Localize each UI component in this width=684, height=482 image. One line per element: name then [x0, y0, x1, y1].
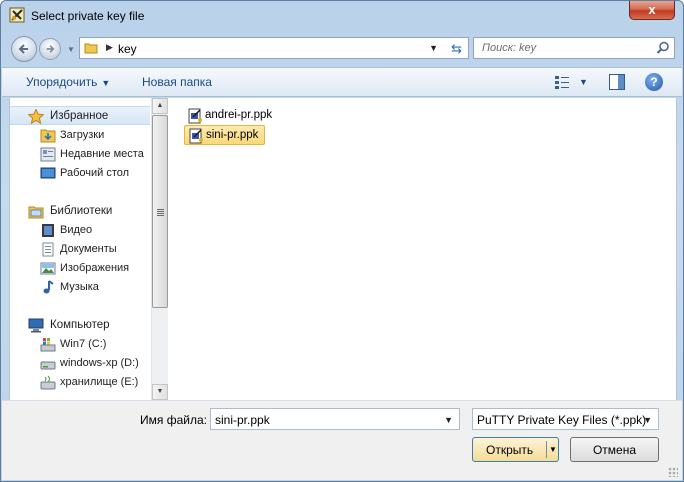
nav-item-music[interactable]: Музыка	[10, 278, 150, 297]
nav-computer[interactable]: Компьютер	[10, 316, 150, 335]
nav-item-recent-places[interactable]: Недавние места	[10, 145, 150, 164]
file-name: andrei-pr.ppk	[205, 109, 273, 121]
organize-label: Упорядочить	[26, 75, 98, 89]
nav-item-pictures[interactable]: Изображения	[10, 259, 150, 278]
recent-locations-dropdown-icon[interactable]: ▼	[67, 45, 75, 54]
video-icon	[40, 223, 56, 238]
nav-item-drive-c[interactable]: Win7 (C:)	[10, 335, 150, 354]
views-dropdown-icon[interactable]: ▼	[579, 77, 588, 87]
open-button[interactable]: Открыть ▼	[472, 437, 559, 462]
filename-value[interactable]: sini-pr.ppk	[215, 413, 270, 427]
file-dialog-window: Select private key file x ▼ ▶ key ▼ ⇆ По…	[0, 0, 684, 482]
file-type-dropdown-icon[interactable]: ▼	[643, 415, 652, 425]
cancel-button[interactable]: Отмена	[570, 437, 659, 462]
drive-icon	[40, 356, 56, 371]
nav-item-documents[interactable]: Документы	[10, 240, 150, 259]
nav-item-label: Загрузки	[60, 129, 105, 141]
scroll-up-icon[interactable]: ▲	[152, 98, 168, 114]
command-bar: Упорядочить ▼ Новая папка ▼ ?	[2, 67, 682, 97]
nav-item-label: Музыка	[60, 281, 99, 293]
nav-favorites-label: Избранное	[50, 110, 109, 122]
removable-drive-icon	[40, 375, 56, 390]
window-title: Select private key file	[31, 9, 145, 23]
title-bar[interactable]: Select private key file x	[1, 1, 683, 31]
nav-item-label: Видео	[60, 224, 93, 236]
filename-label: Имя файла:	[140, 413, 207, 427]
scroll-down-icon[interactable]: ▼	[152, 384, 168, 400]
file-type-select[interactable]: PuTTY Private Key Files (*.ppk) ▼	[472, 408, 659, 430]
nav-item-desktop[interactable]: Рабочий стол	[10, 164, 150, 183]
address-dropdown-icon[interactable]: ▼	[429, 43, 438, 53]
folder-icon	[84, 41, 98, 55]
nav-item-label: windows-xp (D:)	[60, 357, 139, 369]
search-icon[interactable]	[656, 41, 670, 55]
close-button[interactable]: x	[629, 1, 675, 20]
recent-places-icon	[40, 147, 56, 162]
content-area: Избранное Загрузки Недавние места Рабочи…	[9, 98, 677, 400]
file-item-selected[interactable]: sini-pr.ppk	[184, 125, 265, 145]
nav-item-drive-d[interactable]: windows-xp (D:)	[10, 354, 150, 373]
split-divider	[546, 441, 547, 458]
computer-icon	[28, 318, 44, 333]
arrow-left-icon	[18, 44, 28, 54]
refresh-icon[interactable]: ⇆	[451, 41, 462, 57]
open-options-dropdown-icon[interactable]: ▼	[549, 445, 557, 454]
new-folder-button[interactable]: Новая папка	[142, 75, 212, 89]
nav-computer-label: Компьютер	[50, 319, 110, 331]
cancel-button-label: Отмена	[592, 443, 637, 457]
nav-item-label: хранилище (E:)	[60, 376, 139, 388]
nav-item-video[interactable]: Видео	[10, 221, 150, 240]
preview-pane-icon[interactable]	[609, 74, 625, 90]
arrow-right-icon	[46, 45, 55, 53]
documents-icon	[40, 242, 56, 257]
libraries-icon	[28, 204, 44, 219]
scroll-grip-icon	[157, 209, 164, 216]
nav-item-label: Рабочий стол	[60, 167, 130, 179]
pictures-icon	[40, 261, 56, 276]
scroll-thumb[interactable]	[152, 115, 168, 308]
desktop-icon	[40, 166, 56, 181]
chevron-down-icon: ▼	[101, 78, 111, 88]
change-view-icon[interactable]	[554, 74, 570, 90]
nav-item-downloads[interactable]: Загрузки	[10, 126, 150, 145]
breadcrumb-current[interactable]: key	[118, 42, 137, 56]
downloads-folder-icon	[40, 128, 56, 143]
nav-item-label: Win7 (C:)	[60, 338, 107, 350]
filename-input[interactable]: sini-pr.ppk ▼	[210, 408, 460, 430]
windows-drive-icon	[40, 337, 56, 352]
nav-item-label: Недавние места	[60, 148, 144, 160]
star-icon	[27, 108, 45, 125]
nav-favorites[interactable]: Избранное	[10, 106, 150, 125]
help-icon[interactable]: ?	[645, 73, 663, 91]
organize-button[interactable]: Упорядочить ▼	[26, 75, 110, 89]
address-bar[interactable]: ▶ key ▼ ⇆	[79, 37, 469, 59]
nav-item-label: Изображения	[60, 262, 130, 274]
nav-item-label: Документы	[60, 243, 117, 255]
nav-libraries-label: Библиотеки	[50, 205, 113, 217]
navigation-pane: Избранное Загрузки Недавние места Рабочи…	[10, 98, 150, 400]
nav-item-drive-e[interactable]: хранилище (E:)	[10, 373, 150, 392]
dialog-footer: Имя файла: sini-pr.ppk ▼ PuTTY Private K…	[2, 400, 682, 480]
back-button[interactable]	[11, 36, 37, 62]
nav-libraries[interactable]: Библиотеки	[10, 202, 150, 221]
resize-grip-icon[interactable]	[668, 467, 678, 477]
putty-key-icon	[189, 128, 204, 144]
putty-app-icon	[9, 7, 25, 23]
file-item[interactable]: andrei-pr.ppk	[184, 106, 278, 126]
file-type-value: PuTTY Private Key Files (*.ppk)	[477, 413, 647, 427]
open-button-label: Открыть	[486, 443, 534, 457]
filename-dropdown-icon[interactable]: ▼	[444, 415, 453, 425]
file-name: sini-pr.ppk	[206, 129, 259, 141]
putty-key-icon	[188, 108, 203, 124]
search-box[interactable]: Поиск: key	[473, 37, 675, 59]
breadcrumb-separator-icon[interactable]: ▶	[106, 42, 113, 53]
music-icon	[40, 280, 56, 295]
search-placeholder[interactable]: Поиск: key	[482, 42, 536, 54]
file-list: andrei-pr.ppk sini-pr.ppk	[172, 98, 676, 400]
nav-scrollbar[interactable]: ▲ ▼	[151, 98, 168, 400]
forward-button[interactable]	[39, 38, 61, 60]
close-icon: x	[648, 2, 656, 17]
